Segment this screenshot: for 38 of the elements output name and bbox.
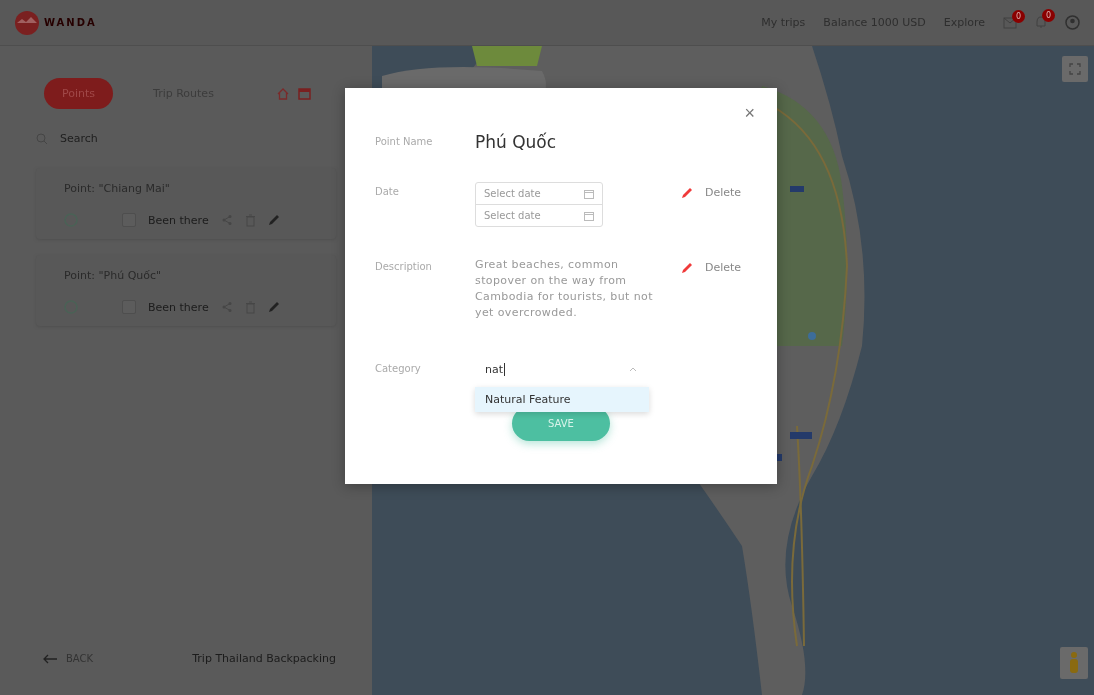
calendar-icon [584, 188, 594, 199]
checkbox-label: Been there [148, 213, 209, 227]
pencil-icon [681, 186, 693, 199]
date-field[interactable]: Select date [484, 188, 574, 199]
chevron-up-icon [629, 367, 637, 372]
pencil-icon [267, 214, 280, 226]
notification-badge: 0 [1042, 9, 1055, 22]
person-icon [1069, 652, 1079, 674]
fullscreen-icon [1069, 63, 1081, 75]
field-label: Category [375, 362, 422, 374]
description-text: Great beaches, common stopover on the way from Cambodia for tourists, but not yet overcrowded. [475, 257, 654, 321]
logo-text: WANDA [44, 17, 97, 28]
delete-button[interactable]: Delete [665, 257, 748, 275]
date-field[interactable]: Select date [484, 210, 574, 221]
search-field[interactable]: Search [58, 131, 262, 146]
category-input[interactable]: nat [485, 363, 605, 376]
pegman-button[interactable] [1060, 647, 1088, 679]
home-icon[interactable] [275, 86, 290, 101]
calendar-icon [584, 210, 594, 221]
bell-icon[interactable] [1035, 16, 1047, 29]
delete-button[interactable]: Delete [665, 182, 748, 200]
calendar-icon[interactable] [297, 87, 311, 100]
field-label: Date [375, 185, 400, 197]
mail-icon[interactable] [1003, 16, 1017, 29]
pencil-icon [267, 301, 280, 313]
dropdown-option[interactable]: Natural Feature [475, 387, 649, 412]
logo-icon [14, 9, 40, 36]
user-icon[interactable] [1065, 15, 1080, 30]
trip-name: Trip Thailand Backpacking [192, 652, 336, 665]
field-label: Description [375, 260, 433, 272]
point-name: Phú Quốc [475, 132, 558, 152]
close-button[interactable]: × [738, 102, 761, 125]
fullscreen-button[interactable] [1062, 56, 1088, 82]
pencil-icon [681, 261, 693, 274]
checkbox-label: Been there [148, 300, 209, 314]
arrow-left-icon [42, 653, 58, 664]
field-label: Point Name [375, 135, 434, 147]
notification-badge: 0 [1012, 9, 1025, 23]
